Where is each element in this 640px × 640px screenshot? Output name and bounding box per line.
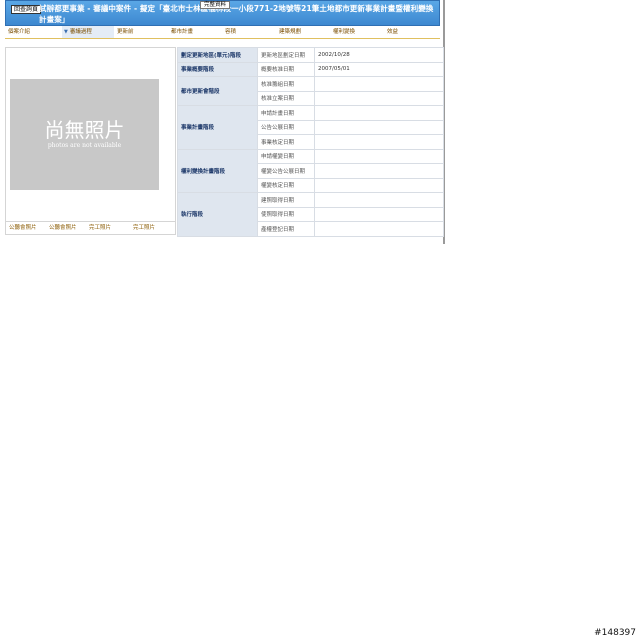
date-label: 權變核定日期 bbox=[257, 177, 315, 193]
case-panel: 回查詢頁 試辦都更事業 - 審議中案件 - 擬定「臺北市士林區福林段一小段771… bbox=[5, 0, 445, 244]
date-value bbox=[314, 163, 444, 179]
tab-urban-plan[interactable]: 都市計畫 bbox=[171, 26, 193, 38]
tab-label: 審議過程 bbox=[69, 29, 92, 35]
photo-placeholder-en: photos are not available bbox=[47, 142, 122, 149]
date-label: 核准籌組日期 bbox=[257, 76, 315, 92]
table-row: 事業計畫階段 申請計畫日期 bbox=[177, 105, 444, 150]
stage-name: 事業概要階段 bbox=[177, 61, 258, 77]
date-value: 2007/05/01 bbox=[314, 61, 444, 77]
table-row: 執行階段 建照取得日期 bbox=[177, 192, 444, 237]
date-value bbox=[314, 206, 444, 222]
date-value bbox=[314, 105, 444, 121]
tab-case-intro[interactable]: 個案介紹 bbox=[8, 26, 30, 38]
date-value bbox=[314, 221, 444, 237]
date-value bbox=[314, 76, 444, 92]
stage-name: 都市更新會階段 bbox=[177, 76, 258, 106]
photo-tab-bar: 公聽會照片 公聽會照片 完工照片 完工照片 bbox=[5, 222, 176, 235]
date-label: 建照取得日期 bbox=[257, 192, 315, 208]
table-row: 權利變換計畫階段 申請權變日期 bbox=[177, 148, 444, 193]
date-label: 使照取得日期 bbox=[257, 206, 315, 222]
table-row: 事業概要階段 概要核准日期 2007/05/01 bbox=[177, 61, 444, 77]
stage-name: 權利變換計畫階段 bbox=[177, 148, 258, 193]
arrow-right-icon: ▼ bbox=[64, 29, 68, 35]
title-bar: 回查詢頁 試辦都更事業 - 審議中案件 - 擬定「臺北市士林區福林段一小段771… bbox=[5, 0, 440, 26]
page-title: 試辦都更事業 - 審議中案件 - 擬定「臺北市士林區福林段一小段771-2地號等… bbox=[39, 4, 434, 24]
tab-bar: 個案介紹 ▼ 審議過程 更新前 都市計畫 容積 建築規劃 權利變換 效益 bbox=[5, 26, 440, 39]
date-label: 權變公告公展日期 bbox=[257, 163, 315, 179]
tab-before-renewal[interactable]: 更新前 bbox=[117, 26, 134, 38]
date-label: 申請權變日期 bbox=[257, 148, 315, 164]
photo-placeholder-cn: 尚無照片 bbox=[44, 118, 125, 142]
date-label: 公告公展日期 bbox=[257, 119, 315, 135]
table-row: 都市更新會階段 核准籌組日期 bbox=[177, 76, 444, 106]
photo-placeholder: 尚無照片 photos are not available bbox=[10, 79, 159, 190]
stage-name: 事業計畫階段 bbox=[177, 105, 258, 150]
tab-rights-conversion[interactable]: 權利變換 bbox=[333, 26, 355, 38]
back-to-search-button[interactable]: 回查詢頁 bbox=[11, 5, 42, 14]
tab-building-plan[interactable]: 建築規劃 bbox=[279, 26, 301, 38]
tab-floor-area[interactable]: 容積 bbox=[225, 26, 236, 38]
tab-benefits[interactable]: 效益 bbox=[387, 26, 398, 38]
date-label: 事業核定日期 bbox=[257, 134, 315, 150]
date-value bbox=[314, 90, 444, 106]
date-value bbox=[314, 119, 444, 135]
date-label: 產權登記日期 bbox=[257, 221, 315, 237]
date-value: 2002/10/28 bbox=[314, 47, 444, 63]
date-value bbox=[314, 177, 444, 193]
tab-review-process[interactable]: ▼ 審議過程 bbox=[62, 26, 114, 38]
photo-tab-completion-1[interactable]: 完工照片 bbox=[89, 222, 111, 234]
stage-name: 劃定更新地區(單元)階段 bbox=[177, 47, 258, 63]
date-label: 核准立案日期 bbox=[257, 90, 315, 106]
stage-table: 劃定更新地區(單元)階段 更新地區劃定日期 2002/10/28 事業概要階段 … bbox=[177, 47, 444, 237]
date-value bbox=[314, 134, 444, 150]
date-label: 更新地區劃定日期 bbox=[257, 47, 315, 63]
full-data-button[interactable]: 完整資料 bbox=[200, 1, 231, 9]
date-value bbox=[314, 192, 444, 208]
stage-name: 執行階段 bbox=[177, 192, 258, 237]
photo-tab-hearing-2[interactable]: 公聽會照片 bbox=[49, 222, 77, 234]
photo-tab-hearing-1[interactable]: 公聽會照片 bbox=[9, 222, 37, 234]
date-label: 申請計畫日期 bbox=[257, 105, 315, 121]
date-value bbox=[314, 148, 444, 164]
table-row: 劃定更新地區(單元)階段 更新地區劃定日期 2002/10/28 bbox=[177, 47, 444, 63]
date-label: 概要核准日期 bbox=[257, 61, 315, 77]
photo-tab-completion-2[interactable]: 完工照片 bbox=[133, 222, 155, 234]
image-id-label: #148397 bbox=[594, 628, 636, 638]
